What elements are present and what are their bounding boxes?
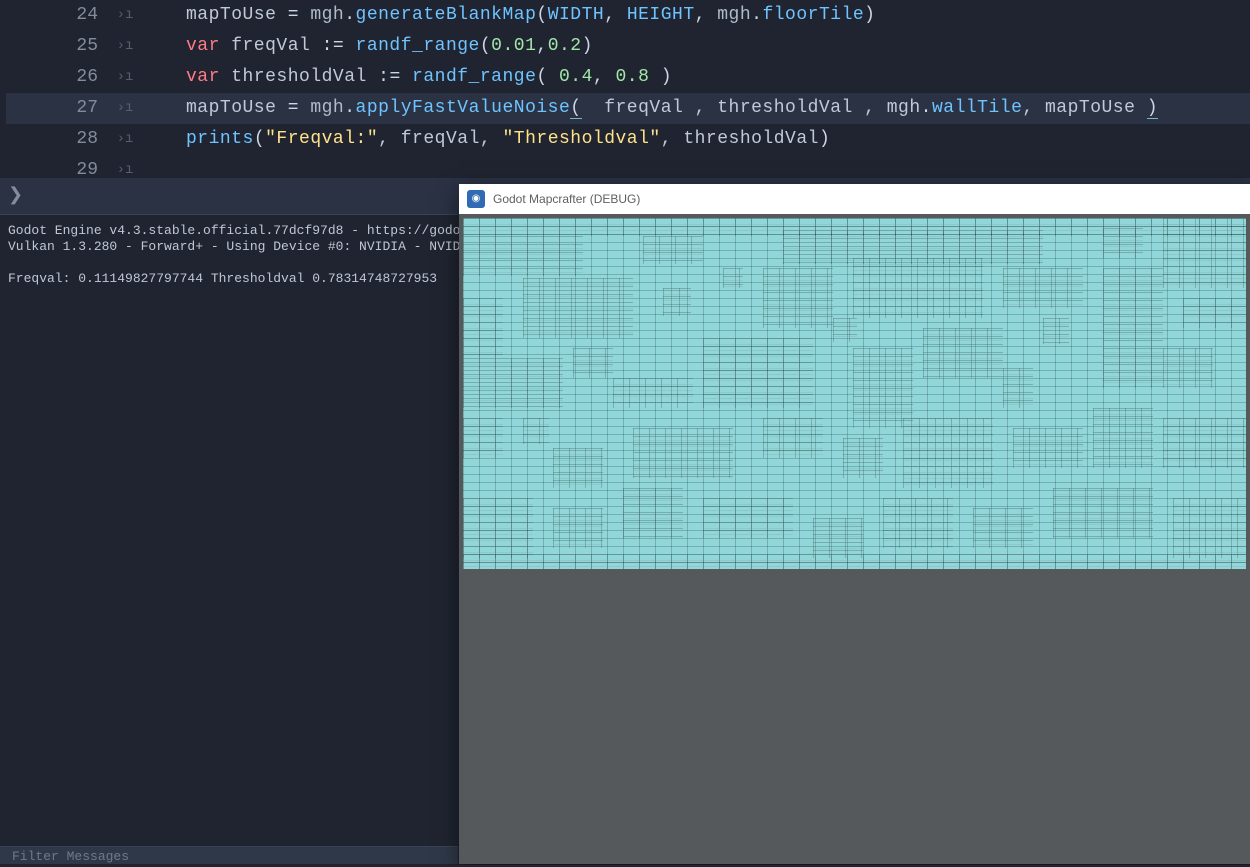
- editor-left-edge: [0, 0, 6, 172]
- game-viewport: [459, 214, 1250, 864]
- line-number: 28: [0, 124, 110, 155]
- line-number: 27: [0, 93, 110, 124]
- code-line[interactable]: 25 ›ı var freqVal := randf_range(0.01,0.…: [0, 31, 1250, 62]
- code-line-active[interactable]: 27 ›ı mapToUse = mgh.applyFastValueNoise…: [0, 93, 1250, 124]
- game-titlebar[interactable]: ◉ Godot Mapcrafter (DEBUG): [459, 184, 1250, 214]
- code-content[interactable]: mapToUse = mgh.generateBlankMap(WIDTH, H…: [140, 0, 1250, 31]
- code-content[interactable]: mapToUse = mgh.applyFastValueNoise( freq…: [140, 93, 1250, 124]
- code-line[interactable]: 26 ›ı var thresholdVal := randf_range( 0…: [0, 62, 1250, 93]
- output-console[interactable]: Godot Engine v4.3.stable.official.77dcf9…: [0, 214, 458, 848]
- game-window[interactable]: ◉ Godot Mapcrafter (DEBUG): [459, 184, 1250, 864]
- generated-map-canvas: [463, 218, 1246, 569]
- console-line: [8, 255, 450, 271]
- filter-messages-input[interactable]: [0, 848, 458, 865]
- godot-app-icon: ◉: [467, 190, 485, 208]
- line-number: 25: [0, 31, 110, 62]
- code-content[interactable]: prints("Freqval:", freqVal, "Thresholdva…: [140, 124, 1250, 155]
- code-editor[interactable]: 24 ›ı mapToUse = mgh.generateBlankMap(WI…: [0, 0, 1250, 172]
- code-line[interactable]: 28 ›ı prints("Freqval:", freqVal, "Thres…: [0, 124, 1250, 155]
- line-number: 24: [0, 0, 110, 31]
- code-content[interactable]: var thresholdVal := randf_range( 0.4, 0.…: [140, 62, 1250, 93]
- console-line: Vulkan 1.3.280 - Forward+ - Using Device…: [8, 239, 450, 255]
- filter-bar: [0, 846, 458, 864]
- console-line: Freqval: 0.11149827797744 Thresholdval 0…: [8, 271, 450, 287]
- fold-icon[interactable]: ›ı: [110, 124, 140, 155]
- code-line[interactable]: 24 ›ı mapToUse = mgh.generateBlankMap(WI…: [0, 0, 1250, 31]
- console-line: Godot Engine v4.3.stable.official.77dcf9…: [8, 223, 450, 239]
- game-window-title: Godot Mapcrafter (DEBUG): [493, 192, 640, 206]
- fold-icon[interactable]: ›ı: [110, 93, 140, 124]
- fold-icon[interactable]: ›ı: [110, 62, 140, 93]
- line-number: 26: [0, 62, 110, 93]
- fold-icon[interactable]: ›ı: [110, 31, 140, 62]
- code-content[interactable]: var freqVal := randf_range(0.01,0.2): [140, 31, 1250, 62]
- fold-icon[interactable]: ›ı: [110, 0, 140, 31]
